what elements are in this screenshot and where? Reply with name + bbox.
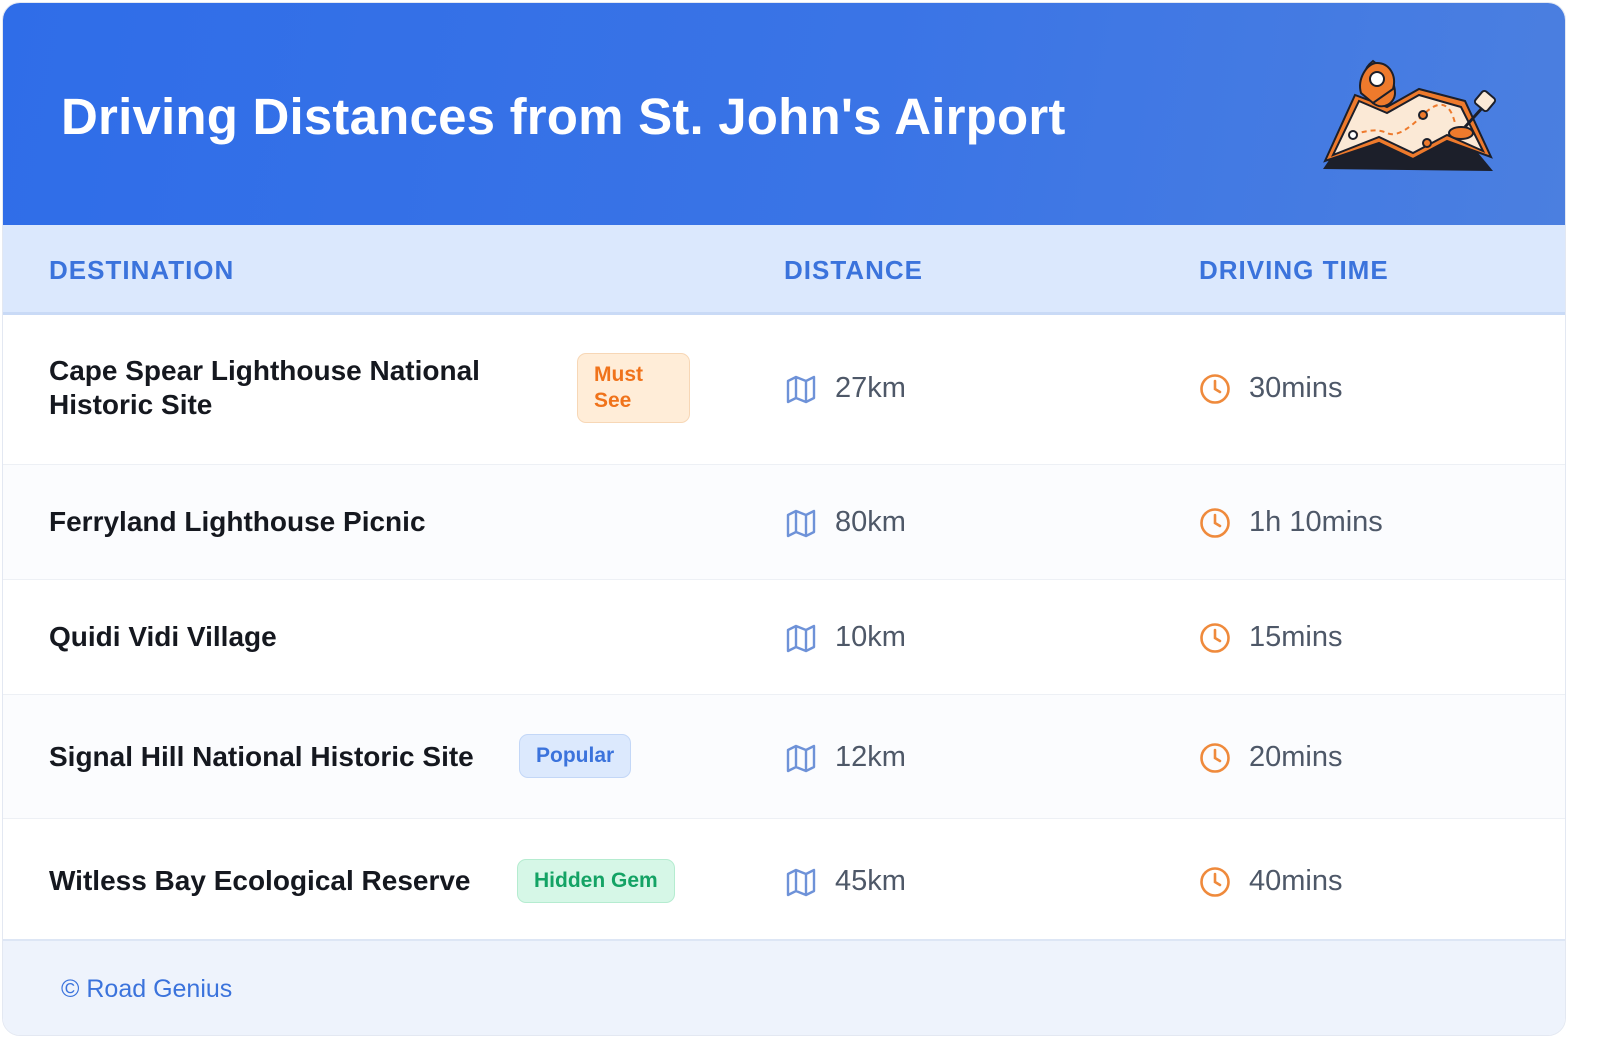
- time-value: 1h 10mins: [1249, 506, 1383, 538]
- time-cell: 1h 10mins: [1199, 506, 1383, 539]
- destination-name: Ferryland Lighthouse Picnic: [49, 506, 426, 537]
- header-banner: Driving Distances from St. John's Airpor…: [3, 3, 1565, 225]
- table-header: DESTINATION DISTANCE DRIVING TIME: [3, 225, 1565, 315]
- footer: © Road Genius: [3, 939, 1565, 1035]
- column-header-driving-time: DRIVING TIME: [1199, 255, 1389, 285]
- table-row: Quidi Vidi Village 10km 15mins: [3, 580, 1565, 695]
- time-value: 15mins: [1249, 621, 1343, 653]
- table-row: Signal Hill National Historic Site Popul…: [3, 695, 1565, 819]
- footer-credit: © Road Genius: [61, 975, 233, 1003]
- time-cell: 15mins: [1199, 621, 1343, 654]
- map-icon: [786, 624, 816, 652]
- time-cell: 40mins: [1199, 865, 1343, 898]
- time-cell: 30mins: [1199, 372, 1343, 405]
- time-value: 30mins: [1249, 372, 1343, 404]
- distance-cell: 27km: [785, 372, 906, 405]
- distance-value: 10km: [835, 621, 906, 653]
- clock-icon: [1200, 622, 1230, 653]
- table-row: Ferryland Lighthouse Picnic 80km 1h 10mi…: [3, 465, 1565, 580]
- map-icon: [786, 375, 816, 403]
- map-icon: [786, 744, 816, 772]
- destination-name: Quidi Vidi Village: [49, 621, 277, 652]
- distance-card: Driving Distances from St. John's Airpor…: [2, 2, 1566, 1036]
- distance-value: 45km: [835, 865, 906, 897]
- map-icon: [786, 868, 816, 896]
- destination-name: Signal Hill National Historic Site: [49, 741, 474, 772]
- must-see-badge: Must See: [577, 353, 690, 423]
- map-icon: [786, 509, 816, 537]
- destination-name: Cape Spear Lighthouse National Historic …: [49, 355, 480, 420]
- page-title: Driving Distances from St. John's Airpor…: [61, 88, 1066, 145]
- destination-name: Witless Bay Ecological Reserve: [49, 865, 471, 896]
- clock-icon: [1200, 373, 1230, 404]
- table-row: Witless Bay Ecological Reserve Hidden Ge…: [3, 819, 1565, 943]
- hidden-gem-badge: Hidden Gem: [517, 859, 675, 903]
- popular-badge: Popular: [519, 734, 632, 778]
- distance-value: 80km: [835, 506, 906, 538]
- distance-cell: 12km: [785, 741, 906, 774]
- column-header-distance: DISTANCE: [784, 255, 923, 285]
- clock-icon: [1200, 742, 1230, 773]
- distance-value: 12km: [835, 741, 906, 773]
- time-cell: 20mins: [1199, 741, 1343, 774]
- table-row: Cape Spear Lighthouse National Historic …: [3, 315, 1565, 465]
- time-value: 20mins: [1249, 741, 1343, 773]
- distance-cell: 10km: [785, 621, 906, 654]
- map-illustration: [1323, 59, 1497, 171]
- distance-value: 27km: [835, 372, 906, 404]
- clock-icon: [1200, 866, 1230, 897]
- distance-cell: 45km: [785, 865, 906, 898]
- time-value: 40mins: [1249, 865, 1343, 897]
- column-header-destination: DESTINATION: [49, 255, 235, 285]
- distance-cell: 80km: [785, 506, 906, 539]
- clock-icon: [1200, 507, 1230, 538]
